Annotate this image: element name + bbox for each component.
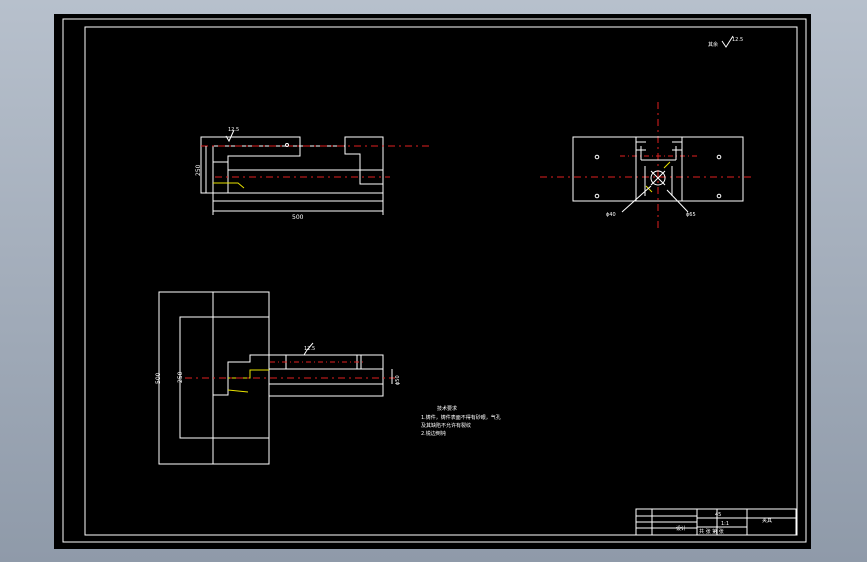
viewport-background: 其余 12.5 12.5 250 500 ϕ40 ϕ65 12.5 500 25… (0, 0, 867, 562)
front-height-dim: 250 (195, 164, 202, 176)
tech-line-1: 1.铸件，铸件表面不得有砂眼，气孔 (421, 414, 501, 421)
top-dia-right: ϕ65 (686, 212, 696, 218)
tb-footer: 共 张 第 张 (699, 528, 724, 535)
roughness-value: 12.5 (732, 37, 743, 43)
tb-designer: 设计 (676, 525, 686, 532)
tb-material: 45 (715, 512, 721, 518)
side-height-dim: 500 (155, 372, 162, 384)
tb-part-name: 夹具 (762, 517, 772, 524)
side-inner-dim: 250 (177, 371, 184, 383)
front-width-dim: 500 (292, 214, 304, 221)
cad-drawing-canvas[interactable]: 其余 12.5 12.5 250 500 ϕ40 ϕ65 12.5 500 25… (0, 0, 867, 562)
tech-title: 技术要求 (437, 405, 457, 412)
side-dia-dim: ϕ50 (395, 375, 401, 385)
side-roughness-value: 12.5 (304, 346, 315, 352)
drawing-sheet (54, 14, 811, 549)
front-roughness-value: 12.5 (228, 127, 239, 133)
tech-line-3: 2.锐边倒钝 (421, 430, 446, 437)
tech-line-2: 及其缺陷不允许有裂纹 (421, 422, 471, 429)
tb-ratio: 1:1 (721, 521, 729, 527)
roughness-label: 其余 (708, 41, 718, 48)
top-dia-left: ϕ40 (606, 212, 616, 218)
